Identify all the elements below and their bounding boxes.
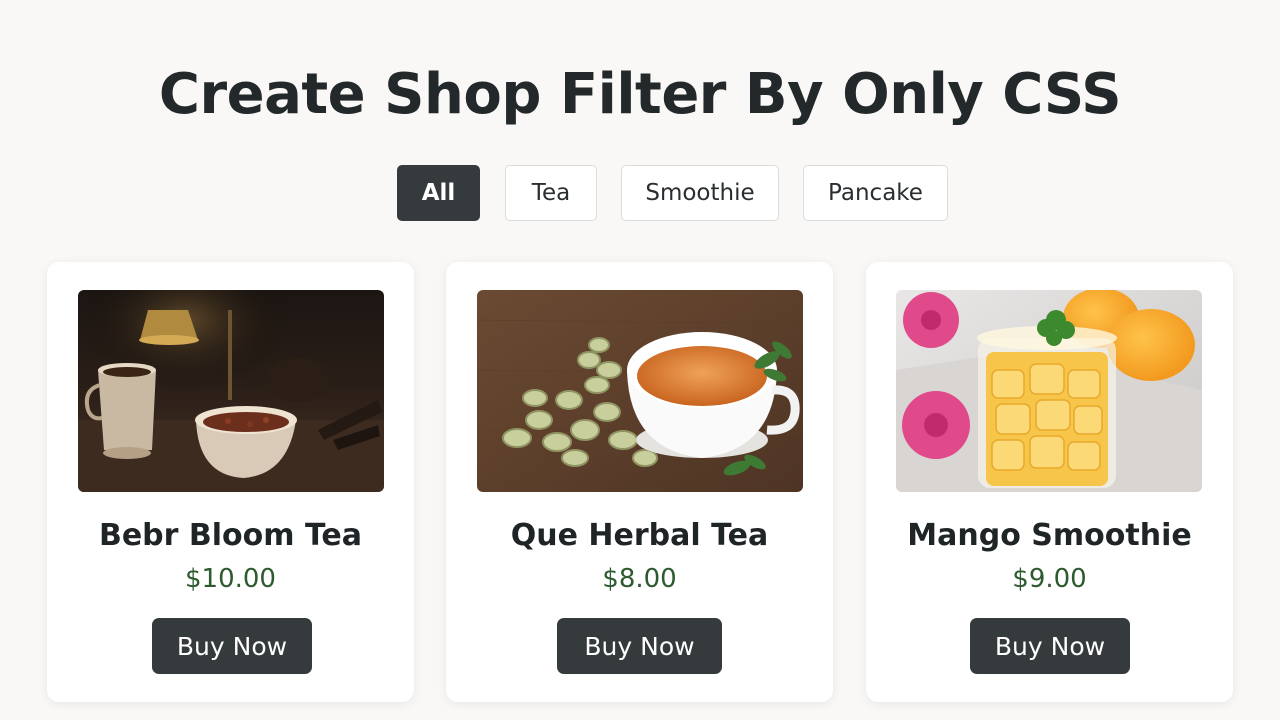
product-name: Mango Smoothie	[907, 518, 1192, 553]
filter-pancake-button[interactable]: Pancake	[803, 165, 948, 221]
product-name: Que Herbal Tea	[510, 518, 769, 553]
buy-now-button[interactable]: Buy Now	[557, 618, 722, 674]
product-card-bloom-tea: Bebr Bloom Tea $10.00 Buy Now	[47, 262, 414, 702]
bloom-tea-image	[78, 290, 384, 492]
product-name: Bebr Bloom Tea	[98, 518, 363, 553]
filter-all-button[interactable]: All	[397, 165, 480, 221]
filter-smoothie-button[interactable]: Smoothie	[621, 165, 779, 221]
herbal-tea-image	[477, 290, 803, 492]
product-price: $9.00	[1012, 564, 1087, 594]
product-price: $8.00	[602, 564, 677, 594]
product-price: $10.00	[185, 564, 276, 594]
page-title: Create Shop Filter By Only CSS	[158, 62, 1122, 127]
filter-tea-button[interactable]: Tea	[505, 165, 597, 221]
buy-now-button[interactable]: Buy Now	[152, 618, 312, 674]
product-card-mango-smoothie: Mango Smoothie $9.00 Buy Now	[866, 262, 1233, 702]
buy-now-button[interactable]: Buy Now	[970, 618, 1130, 674]
mango-smoothie-image	[896, 290, 1202, 492]
product-card-herbal-tea: Que Herbal Tea $8.00 Buy Now	[446, 262, 833, 702]
